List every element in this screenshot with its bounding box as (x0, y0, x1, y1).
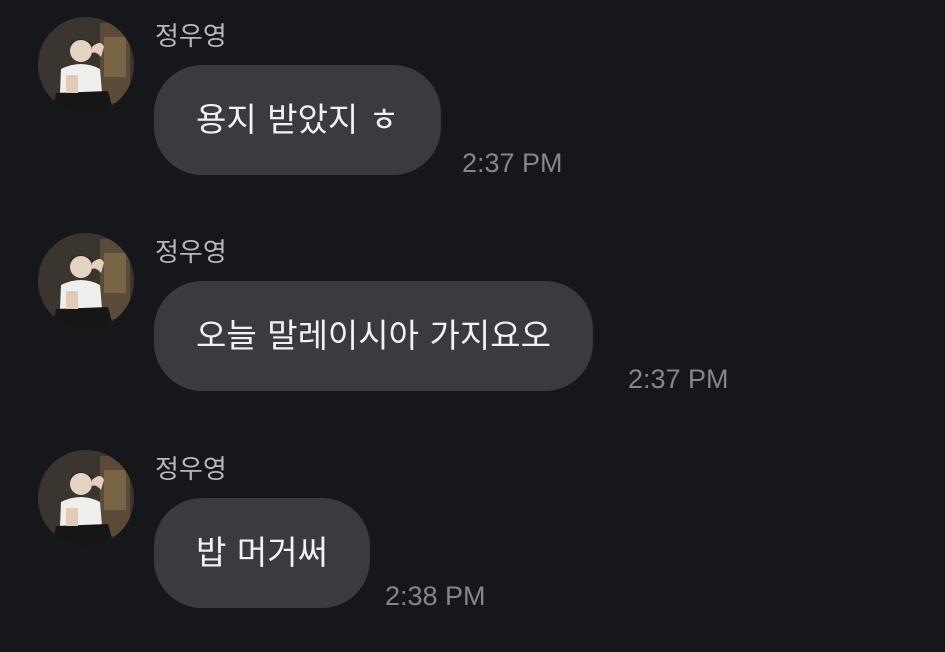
message-timestamp: 2:38 PM (385, 581, 486, 611)
message-timestamp: 2:37 PM (628, 364, 729, 394)
message-timestamp: 2:37 PM (462, 148, 563, 178)
message-bubble[interactable]: 오늘 말레이시아 가지요오 (154, 281, 593, 391)
profile-photo-icon (38, 450, 134, 546)
sender-name: 정우영 (155, 455, 227, 485)
profile-photo-icon (38, 17, 134, 113)
avatar[interactable] (38, 233, 134, 329)
message-bubble[interactable]: 밥 머거써 (154, 498, 370, 608)
sender-name: 정우영 (155, 238, 227, 268)
sender-name: 정우영 (155, 22, 227, 52)
avatar[interactable] (38, 17, 134, 113)
chat-message[interactable]: 정우영 용지 받았지 ㅎ 2:37 PM (0, 0, 945, 200)
chat-message[interactable]: 정우영 밥 머거써 2:38 PM (0, 433, 945, 633)
avatar[interactable] (38, 450, 134, 546)
chat-message[interactable]: 정우영 오늘 말레이시아 가지요오 2:37 PM (0, 216, 945, 416)
profile-photo-icon (38, 233, 134, 329)
message-bubble[interactable]: 용지 받았지 ㅎ (154, 65, 442, 175)
